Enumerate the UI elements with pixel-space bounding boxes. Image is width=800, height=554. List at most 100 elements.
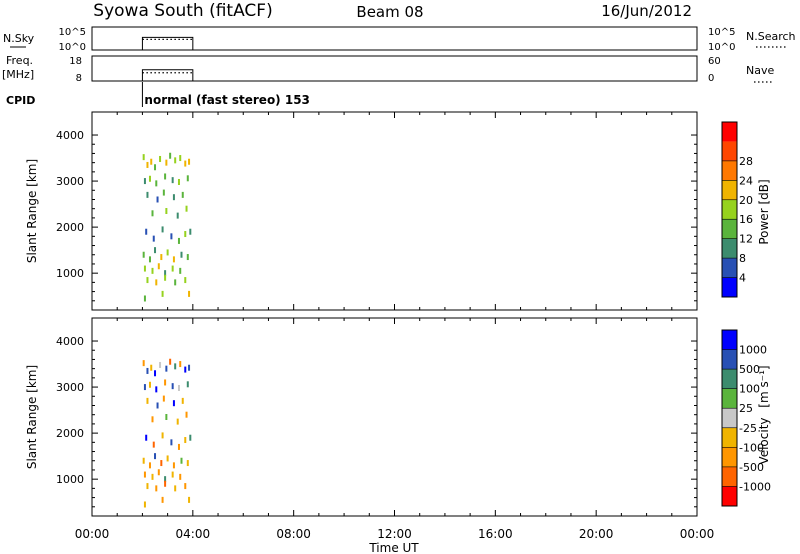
velocity-point (161, 496, 164, 503)
y-tick-label: 1000 (56, 473, 84, 486)
power-point (156, 196, 159, 203)
power-point (143, 295, 146, 302)
colorbar-tick-label: 28 (739, 155, 753, 168)
colorbar-swatch (722, 180, 737, 200)
power-point (148, 175, 151, 182)
power-point (179, 155, 182, 162)
power-point (161, 290, 164, 297)
colorbar-tick-label: 25 (739, 402, 753, 415)
y-tick-label: 3000 (56, 381, 84, 394)
velocity-point (172, 462, 175, 469)
x-tick-label: 00:00 (75, 527, 110, 541)
power-point (174, 279, 177, 286)
velocity-point (157, 469, 160, 476)
colorbar-swatch (722, 199, 737, 220)
velocity-point (151, 416, 154, 423)
velocity-point (146, 367, 149, 374)
power-point (146, 161, 149, 168)
velocity-point (179, 361, 182, 368)
power-ylabel: Slant Range [km] (25, 159, 39, 263)
power-point (177, 237, 180, 244)
velocity-point (166, 455, 169, 462)
velocity-point (177, 443, 180, 450)
velocity-point (148, 381, 151, 388)
colorbar-swatch (722, 238, 737, 259)
velocity-point (164, 379, 167, 386)
colorbar-tick-label: 12 (739, 233, 753, 246)
x-tick-labels: 00:00 04:00 08:00 12:00 16:00 20:00 00:00 (75, 527, 715, 541)
velocity-colorbar-title: Velocity (757, 418, 771, 465)
colorbar-swatch (722, 330, 737, 350)
velocity-point (174, 485, 177, 492)
velocity-point (189, 434, 192, 441)
colorbar-swatch (722, 258, 737, 278)
velocity-point (184, 366, 187, 373)
y-tick-label: 3000 (56, 175, 84, 188)
velocity-point (188, 364, 191, 371)
colorbar-swatch (722, 369, 737, 389)
power-point (146, 191, 149, 198)
freq-label: Freq. (6, 54, 33, 67)
velocity-point (156, 402, 159, 409)
colorbar-swatch (722, 447, 737, 467)
colorbar-swatch (722, 160, 737, 181)
colorbar-tick-label: 1000 (739, 344, 767, 357)
velocity-point (162, 395, 165, 402)
colorbar-tick-label: 16 (739, 213, 753, 226)
power-point (142, 154, 145, 161)
nave-tick-top-right: 60 (708, 56, 721, 67)
cpid-label: CPID (6, 94, 35, 107)
power-point (161, 226, 164, 233)
power-point (150, 158, 153, 165)
velocity-point (142, 360, 145, 367)
nsky-tick-bottom-right: 10^0 (708, 42, 735, 53)
date-label: 16/Jun/2012 (601, 2, 692, 20)
velocity-point (146, 397, 149, 404)
power-point (185, 205, 188, 212)
power-point (181, 191, 184, 198)
power-point (155, 279, 158, 286)
station-title: Syowa South (fitACF) (93, 1, 272, 21)
power-point (148, 256, 151, 263)
power-point (145, 228, 148, 235)
velocity-point (174, 363, 177, 370)
power-point (171, 265, 174, 272)
x-axis-label: Time UT (368, 541, 419, 554)
power-point (154, 247, 157, 254)
power-point (164, 274, 167, 281)
velocity-point (171, 383, 174, 390)
fitacf-range-time-plot: Syowa South (fitACF) Beam 08 16/Jun/2012… (2, 1, 796, 554)
colorbar-tick-label: 8 (739, 252, 746, 265)
velocity-point (164, 480, 167, 487)
power-point (166, 249, 169, 256)
colorbar-swatch (722, 388, 737, 409)
velocity-panel: Slant Range [km] 1000 2000 3000 4000 (25, 317, 698, 517)
power-colorbar-label: Power [dB] (757, 179, 771, 244)
power-point (184, 277, 187, 284)
power-point (177, 178, 180, 185)
velocity-point (155, 386, 158, 393)
x-tick-label: 12:00 (377, 527, 412, 541)
x-tick-label: 20:00 (579, 527, 614, 541)
velocity-point (151, 473, 154, 480)
velocity-point (176, 418, 179, 425)
velocity-point (152, 441, 155, 448)
y-tick-label: 4000 (56, 129, 84, 142)
power-point (151, 267, 154, 274)
power-point (164, 173, 167, 180)
colorbar-swatch (722, 141, 737, 161)
velocity-point (172, 400, 175, 407)
velocity-point (188, 496, 191, 503)
velocity-xticks (91, 318, 698, 516)
power-point (146, 277, 149, 284)
colorbar-swatch (722, 486, 737, 506)
y-tick-label: 2000 (56, 427, 84, 440)
power-point (142, 251, 145, 258)
velocity-point (186, 460, 189, 467)
velocity-point (148, 462, 151, 469)
freq-tick-top-left: 18 (69, 56, 82, 67)
power-point (155, 180, 158, 187)
velocity-point (150, 364, 153, 371)
colorbar-tick-label: 24 (739, 174, 753, 187)
velocity-point (181, 397, 184, 404)
